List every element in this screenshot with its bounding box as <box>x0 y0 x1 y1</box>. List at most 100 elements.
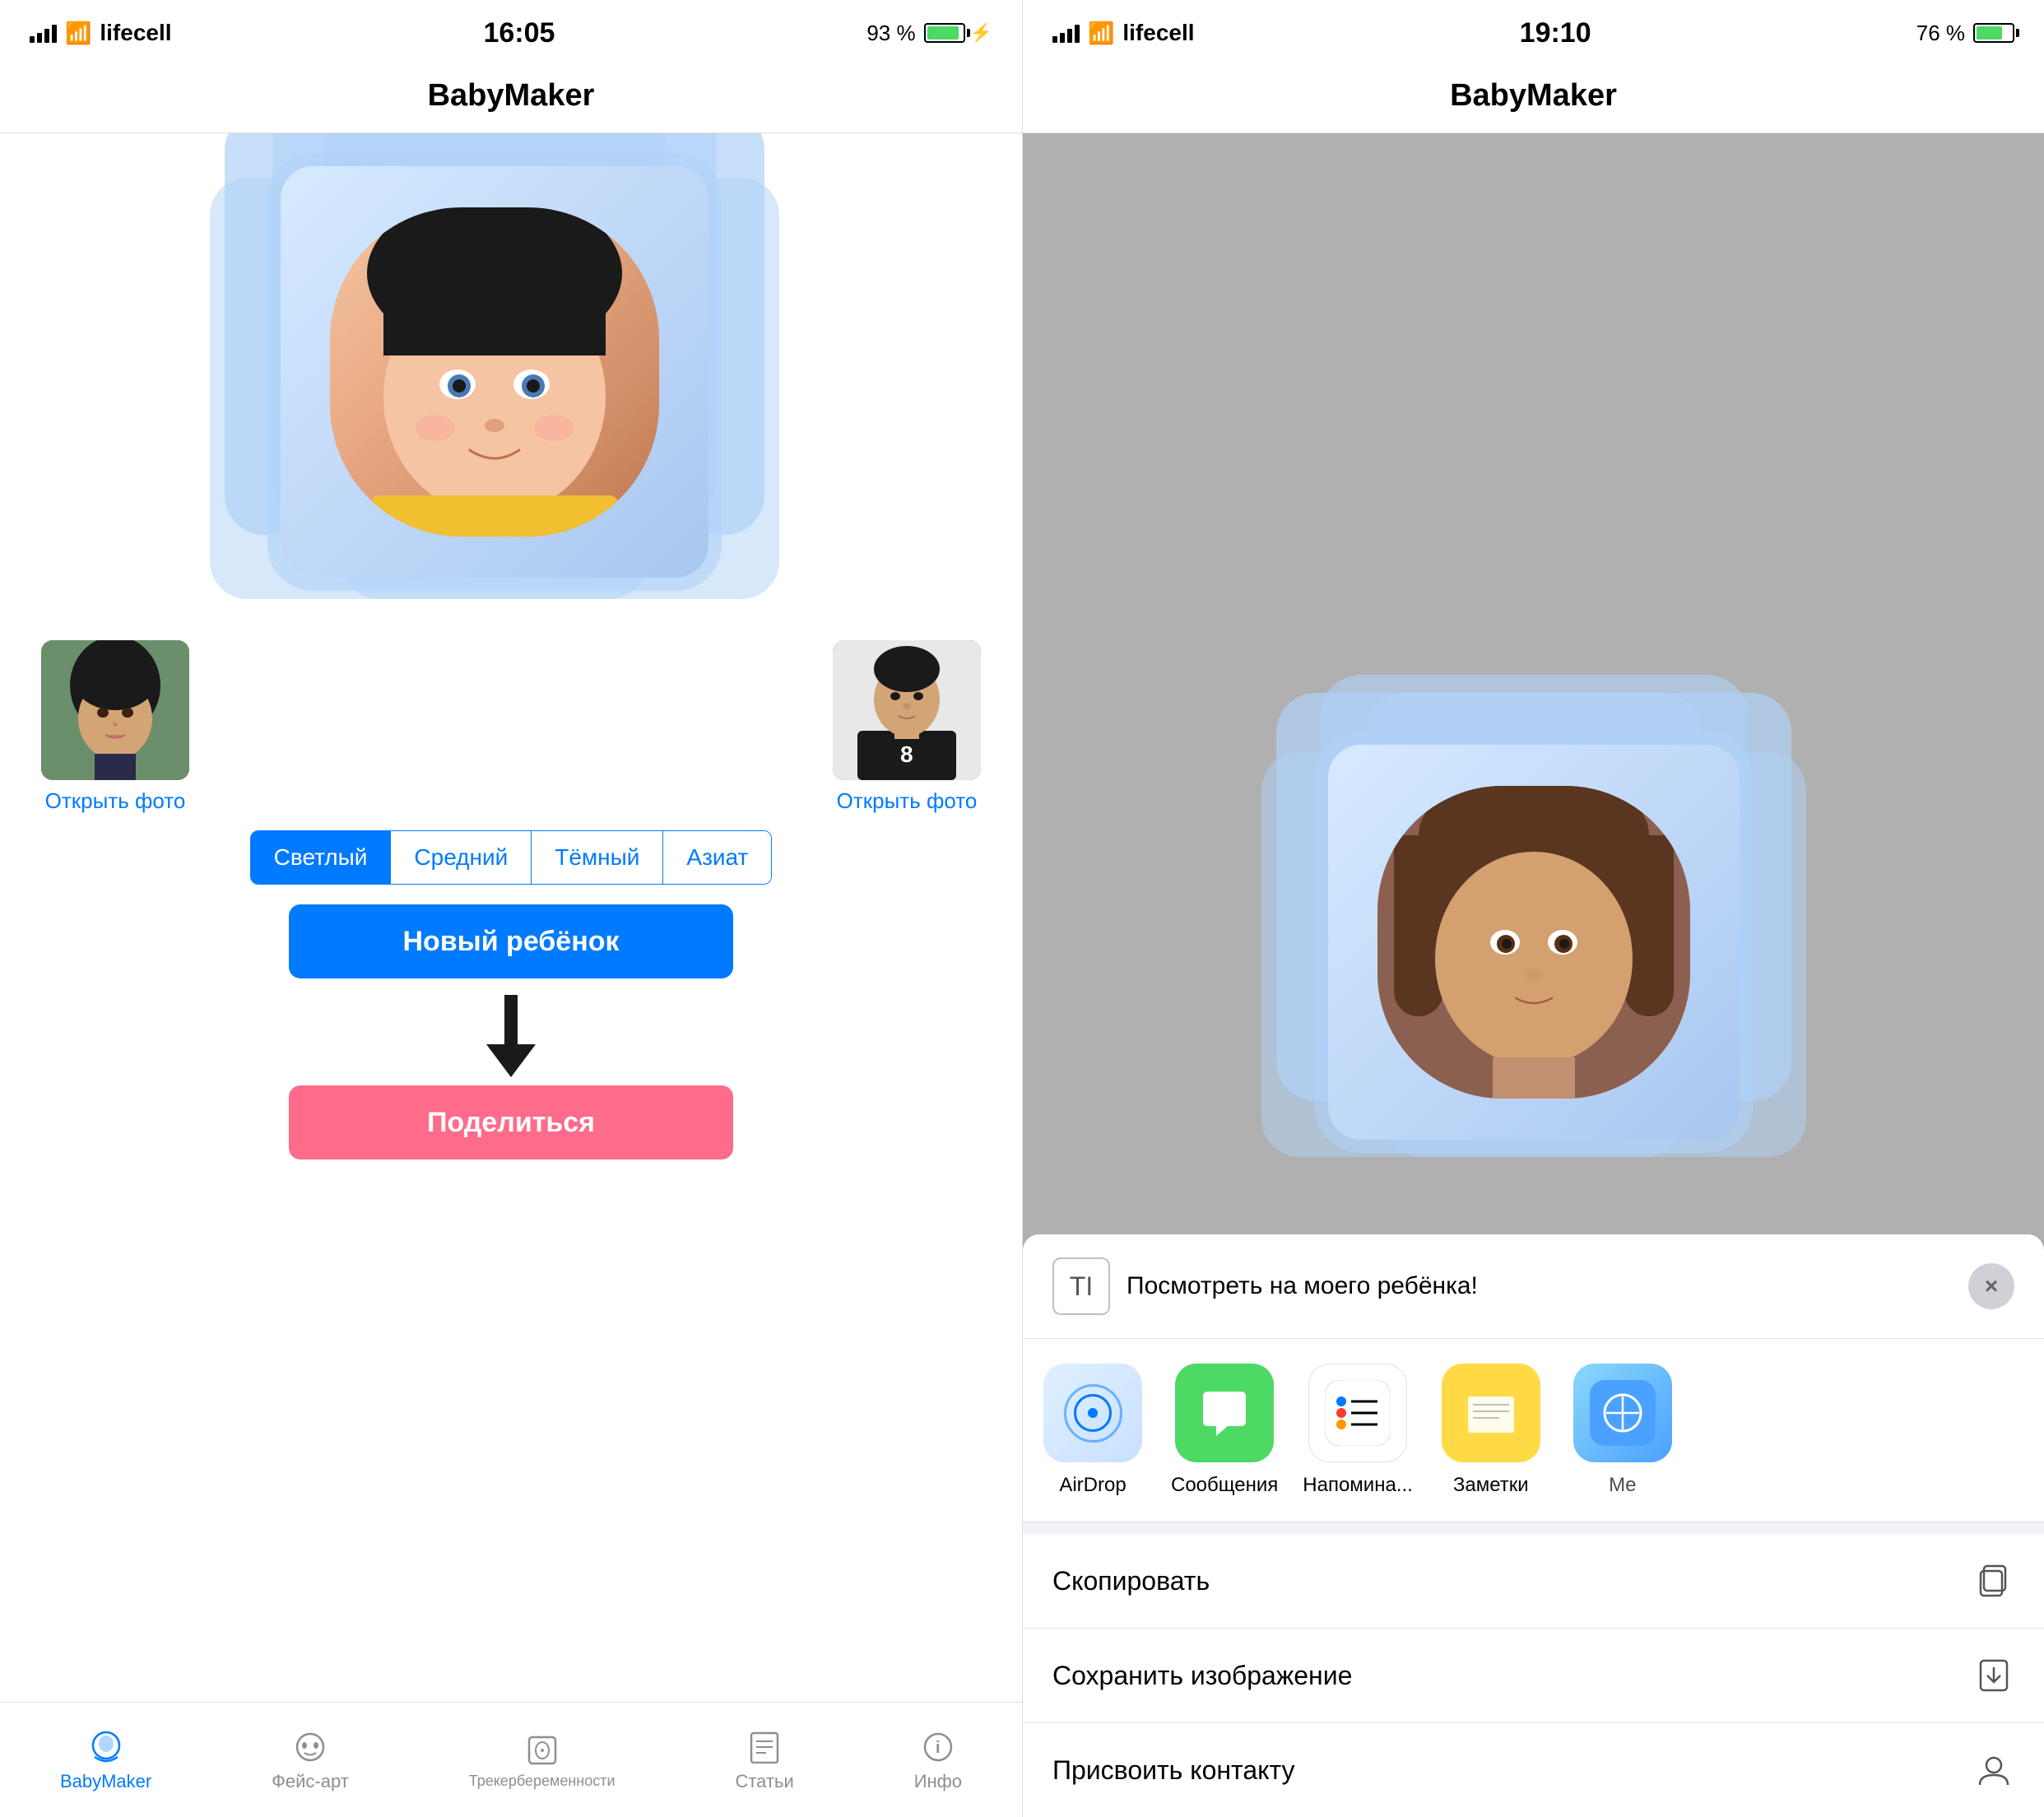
female-photo <box>41 640 189 780</box>
text-icon-label: TI <box>1070 1271 1093 1302</box>
left-status-left: 📶 lifecell <box>30 20 172 46</box>
share-message-text: Посмотреть на моего ребёнка! <box>1127 1272 1952 1300</box>
contact-icon <box>1973 1750 2014 1791</box>
tab-tracker-label: Трекербеременности <box>469 1773 616 1790</box>
left-battery-icon: ⚡ <box>924 22 992 44</box>
tab-babymaker[interactable]: BabyMaker <box>60 1728 151 1792</box>
skin-btn-asian[interactable]: Азиат <box>663 831 771 884</box>
share-text-row: TI Посмотреть на моего ребёнка! × <box>1023 1234 2044 1339</box>
share-app-notes[interactable]: Заметки <box>1438 1364 1545 1497</box>
share-action-contact[interactable]: Присвоить контакту <box>1023 1723 2044 1817</box>
new-baby-button[interactable]: Новый ребёнок <box>289 904 733 978</box>
signal-bar-4 <box>52 25 57 43</box>
signal-bars <box>30 23 57 43</box>
left-carrier: lifecell <box>100 20 171 46</box>
share-actions: Скопировать Сохранить изображение <box>1023 1534 2044 1817</box>
open-photo-left[interactable]: Открыть фото <box>45 788 186 814</box>
baby-face-svg <box>330 207 659 537</box>
more-icon-svg <box>1590 1380 1656 1446</box>
reminders-icon-svg <box>1325 1380 1391 1446</box>
left-tab-bar: BabyMaker Фейс-арт Трекербе <box>0 1702 1022 1817</box>
share-button[interactable]: Поделиться <box>289 1085 733 1159</box>
tab-info[interactable]: i Инфо <box>914 1728 962 1792</box>
left-battery-percent: 93 % <box>866 21 915 46</box>
tracker-icon <box>521 1730 564 1768</box>
open-photo-right[interactable]: Открыть фото <box>837 788 978 814</box>
share-app-airdrop[interactable]: AirDrop <box>1039 1364 1146 1497</box>
share-close-button[interactable]: × <box>1968 1263 2014 1309</box>
left-parent-photo-block: Открыть фото <box>41 640 189 814</box>
female-photo-svg <box>41 640 189 780</box>
right-carrier: lifecell <box>1122 20 1194 46</box>
contact-label: Присвоить контакту <box>1052 1755 1295 1786</box>
right-status-left: 📶 lifecell <box>1052 20 1195 46</box>
share-app-more[interactable]: Me <box>1569 1364 1676 1497</box>
articles-icon <box>743 1728 786 1766</box>
left-main-content: Открыть фото <box>0 133 1022 1702</box>
arrow-down-icon <box>486 995 536 1077</box>
svg-text:8: 8 <box>900 741 913 767</box>
more-label: Me <box>1609 1474 1636 1497</box>
right-battery-fill <box>1977 26 2002 40</box>
airdrop-icon <box>1060 1380 1126 1446</box>
left-status-bar: 📶 lifecell 16:05 93 % ⚡ <box>0 0 1022 59</box>
skin-btn-light[interactable]: Светлый <box>251 831 392 884</box>
faceart-icon <box>289 1728 332 1766</box>
battery-fill <box>927 26 959 40</box>
tab-articles[interactable]: Статьи <box>735 1728 793 1792</box>
right-baby-face-svg <box>1377 786 1690 1099</box>
messages-label: Сообщения <box>1171 1474 1278 1497</box>
messages-icon-svg <box>1192 1380 1257 1446</box>
notes-label: Заметки <box>1453 1474 1529 1497</box>
save-label: Сохранить изображение <box>1052 1661 1352 1691</box>
right-status-right: 76 % <box>1916 21 2014 46</box>
share-app-messages[interactable]: Сообщения <box>1171 1364 1278 1497</box>
notes-icon-svg <box>1458 1380 1524 1446</box>
reminders-app-icon <box>1308 1364 1407 1462</box>
right-parent-photo-block: 8 Открыть фото <box>833 640 981 814</box>
tab-tracker[interactable]: Трекербеременности <box>469 1730 616 1790</box>
tab-faceart[interactable]: Фейс-арт <box>272 1728 349 1792</box>
right-time: 19:10 <box>1520 17 1591 49</box>
tab-info-label: Инфо <box>914 1771 962 1792</box>
parent-photos: Открыть фото <box>25 640 997 814</box>
airdrop-app-icon <box>1043 1364 1142 1462</box>
left-nav-title: BabyMaker <box>428 78 595 114</box>
left-nav-bar: BabyMaker <box>0 59 1022 133</box>
right-battery-body <box>1973 23 2014 43</box>
charging-icon: ⚡ <box>970 22 992 44</box>
skin-btn-medium[interactable]: Средний <box>391 831 532 884</box>
right-main-content: TI Посмотреть на моего ребёнка! × AirDro… <box>1023 133 2044 1817</box>
messages-app-icon <box>1175 1364 1274 1462</box>
battery-body <box>924 23 965 43</box>
male-photo: 8 <box>833 640 981 780</box>
right-status-bar: 📶 lifecell 19:10 76 % <box>1023 0 2044 59</box>
baby-face <box>330 207 659 537</box>
copy-label: Скопировать <box>1052 1566 1210 1596</box>
text-icon: TI <box>1052 1257 1110 1315</box>
save-icon <box>1973 1655 2014 1696</box>
right-nav-bar: BabyMaker <box>1023 59 2044 133</box>
share-action-copy[interactable]: Скопировать <box>1023 1534 2044 1629</box>
info-icon: i <box>917 1728 959 1766</box>
airdrop-dot <box>1088 1408 1098 1418</box>
svg-text:i: i <box>936 1739 941 1757</box>
signal-bar-2 <box>37 33 42 43</box>
wifi-icon: 📶 <box>65 21 91 46</box>
tab-babymaker-label: BabyMaker <box>60 1771 151 1792</box>
left-status-right: 93 % ⚡ <box>866 21 992 46</box>
copy-icon <box>1973 1560 2014 1601</box>
share-apps-row: AirDrop Сообщения <box>1023 1339 2044 1522</box>
right-battery-icon <box>1973 23 2014 43</box>
share-sheet: TI Посмотреть на моего ребёнка! × AirDro… <box>1023 1234 2044 1817</box>
share-app-reminders[interactable]: Напомина... <box>1303 1364 1413 1497</box>
tab-articles-label: Статьи <box>735 1771 793 1792</box>
right-signal-bars <box>1052 23 1080 43</box>
skin-buttons: Светлый Средний Тёмный Азиат <box>250 830 773 885</box>
babymaker-icon <box>85 1728 128 1766</box>
signal-bar-3 <box>44 29 49 43</box>
right-cloud-frame <box>1328 745 1740 1140</box>
skin-btn-dark[interactable]: Тёмный <box>532 831 663 884</box>
cloud-frame <box>281 166 708 578</box>
share-action-save[interactable]: Сохранить изображение <box>1023 1629 2044 1723</box>
